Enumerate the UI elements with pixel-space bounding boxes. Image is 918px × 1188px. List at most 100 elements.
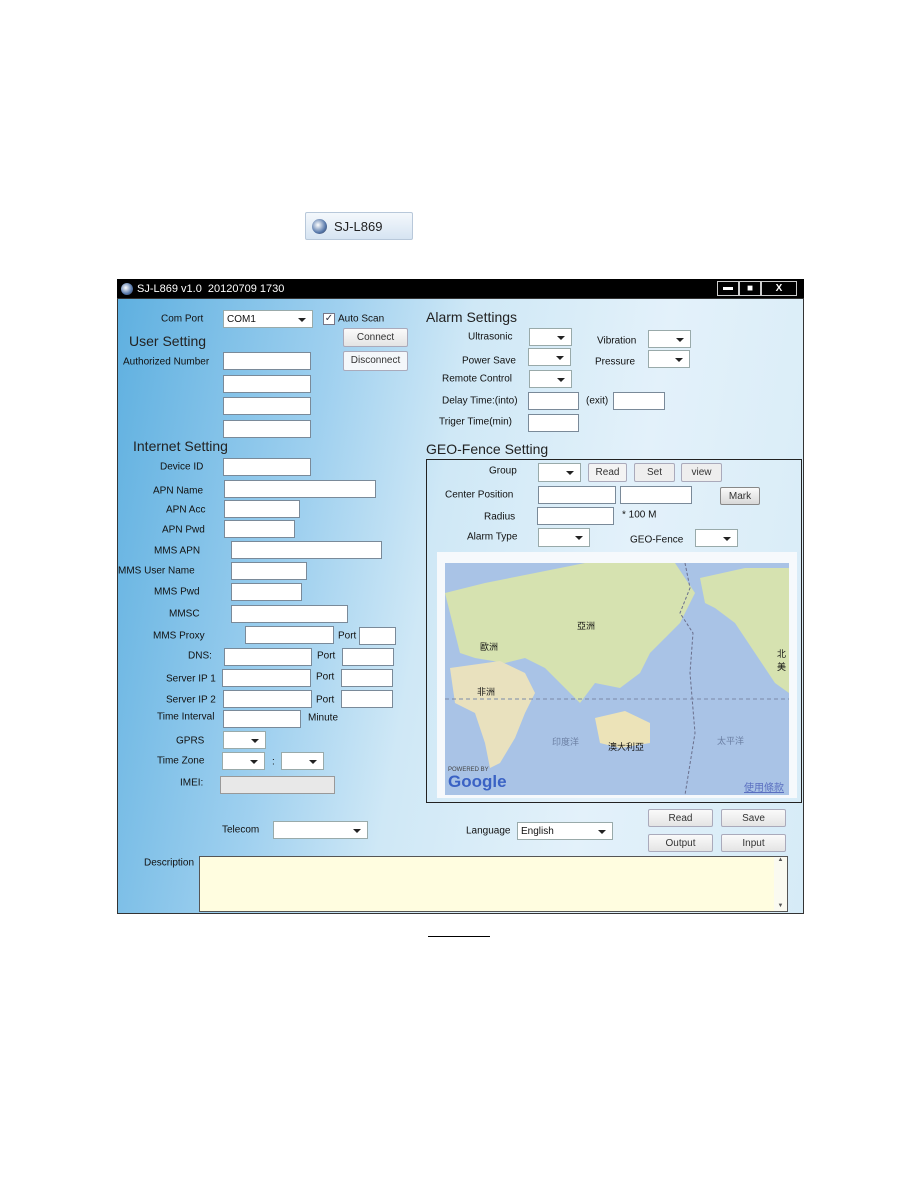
map-label-pacific: 太平洋 (717, 736, 745, 746)
trigger-time-label: Triger Time(min) (439, 416, 512, 428)
scroll-up-icon[interactable]: ▲ (774, 857, 787, 863)
mms-pwd-input[interactable] (231, 583, 302, 601)
group-select[interactable] (538, 463, 581, 482)
disconnect-button[interactable]: Disconnect (343, 351, 408, 371)
google-logo: Google (448, 772, 507, 791)
server-ip2-port-input[interactable] (341, 690, 393, 708)
geofence-view-button[interactable]: view (681, 463, 722, 482)
description-label: Description (144, 857, 195, 869)
connect-button[interactable]: Connect (343, 328, 408, 347)
mms-user-name-input[interactable] (231, 562, 307, 580)
dns-input[interactable] (224, 648, 312, 666)
com-port-label: Com Port (161, 313, 204, 325)
center-position-label: Center Position (445, 489, 514, 501)
delay-into-label: Delay Time:(into) (442, 395, 518, 407)
mms-user-name-label: MMS User Name (118, 565, 195, 577)
mms-pwd-label: MMS Pwd (154, 586, 200, 598)
apn-pwd-label: APN Pwd (162, 524, 205, 536)
mms-proxy-port-input[interactable] (359, 627, 396, 645)
radius-unit-label: * 100 M (622, 509, 657, 521)
taskbar-button[interactable]: SJ-L869 (305, 212, 413, 240)
dns-port-input[interactable] (342, 648, 394, 666)
map-label-europe: 歐洲 (480, 642, 499, 652)
authorized-number-input-1[interactable] (223, 352, 311, 370)
caption-underline (428, 936, 490, 937)
user-setting-heading: User Setting (129, 333, 207, 349)
terms-link[interactable]: 使用條款 (744, 779, 784, 794)
radius-input[interactable] (537, 507, 614, 525)
map-label-indian-ocean: 印度洋 (552, 737, 580, 747)
save-button[interactable]: Save (721, 809, 786, 827)
apn-name-input[interactable] (224, 480, 376, 498)
maximize-button[interactable]: ■ (739, 281, 761, 296)
device-id-input[interactable] (223, 458, 311, 476)
apn-pwd-input[interactable] (224, 520, 295, 538)
ultrasonic-select[interactable] (529, 328, 572, 346)
dns-port-label: Port (317, 650, 336, 662)
taskbar-label: SJ-L869 (334, 219, 383, 234)
auto-scan-checkbox[interactable]: ✓ (323, 313, 335, 325)
time-zone-colon: : (272, 756, 275, 768)
map-label-north-america: 北美 (777, 649, 787, 672)
power-save-select[interactable] (528, 348, 571, 366)
group-label: Group (489, 465, 517, 477)
gprs-label: GPRS (176, 735, 205, 747)
map-view[interactable]: 亞洲 歐洲 非洲 印度洋 澳大利亞 太平洋 北美 POWERED BY Goog… (445, 563, 789, 795)
delay-exit-label: (exit) (586, 395, 609, 407)
pressure-select[interactable] (648, 350, 690, 368)
alarm-type-select[interactable] (538, 528, 590, 547)
time-zone-minute-select[interactable] (281, 752, 324, 770)
time-zone-hour-select[interactable] (222, 752, 265, 770)
center-longitude-input[interactable] (620, 486, 692, 504)
com-port-select[interactable]: COM1 (223, 310, 313, 328)
minimize-button[interactable]: ▬ (717, 281, 739, 296)
authorized-number-input-3[interactable] (223, 397, 311, 415)
server-ip2-port-label: Port (316, 694, 335, 706)
server-ip1-port-input[interactable] (341, 669, 393, 687)
remote-control-select[interactable] (529, 370, 572, 388)
input-button[interactable]: Input (721, 834, 786, 852)
language-label: Language (466, 825, 511, 837)
alarm-settings-heading: Alarm Settings (426, 309, 518, 325)
apn-name-label: APN Name (153, 485, 204, 497)
center-latitude-input[interactable] (538, 486, 616, 504)
geofence-heading: GEO-Fence Setting (426, 441, 549, 457)
read-button[interactable]: Read (648, 809, 713, 827)
internet-setting-heading: Internet Setting (133, 438, 228, 454)
trigger-time-input[interactable] (528, 414, 579, 432)
minute-label: Minute (308, 712, 339, 724)
app-icon (312, 219, 327, 234)
mms-apn-input[interactable] (231, 541, 382, 559)
delay-exit-input[interactable] (613, 392, 665, 410)
radius-label: Radius (484, 511, 516, 523)
authorized-number-input-4[interactable] (223, 420, 311, 438)
geofence-read-button[interactable]: Read (588, 463, 627, 482)
geofence-set-button[interactable]: Set (634, 463, 675, 482)
authorized-number-input-2[interactable] (223, 375, 311, 393)
delay-into-input[interactable] (528, 392, 579, 410)
time-zone-label: Time Zone (157, 755, 205, 767)
mmsc-input[interactable] (231, 605, 348, 623)
description-scrollbar[interactable]: ▲ ▼ (774, 857, 787, 911)
time-interval-input[interactable] (223, 710, 301, 728)
language-select[interactable]: English (517, 822, 613, 840)
scroll-down-icon[interactable]: ▼ (774, 903, 787, 909)
geofence-type-select[interactable] (695, 529, 738, 547)
server-ip1-input[interactable] (222, 669, 311, 687)
server-ip2-input[interactable] (223, 690, 312, 708)
apn-acc-input[interactable] (224, 500, 300, 518)
dns-label: DNS: (188, 650, 212, 662)
gprs-select[interactable] (223, 731, 266, 749)
telecom-select[interactable] (273, 821, 368, 839)
window-title: SJ-L869 v1.0 20120709 1730 (137, 283, 285, 295)
output-button[interactable]: Output (648, 834, 713, 852)
vibration-select[interactable] (648, 330, 691, 348)
mms-proxy-input[interactable] (245, 626, 334, 644)
close-button[interactable]: X (761, 281, 797, 296)
imei-label: IMEI: (180, 777, 204, 789)
mark-button[interactable]: Mark (720, 487, 760, 505)
mms-proxy-label: MMS Proxy (153, 630, 205, 642)
description-textarea[interactable] (199, 856, 788, 912)
map-label-asia: 亞洲 (577, 621, 596, 631)
geofence-type-label: GEO-Fence (630, 534, 684, 546)
